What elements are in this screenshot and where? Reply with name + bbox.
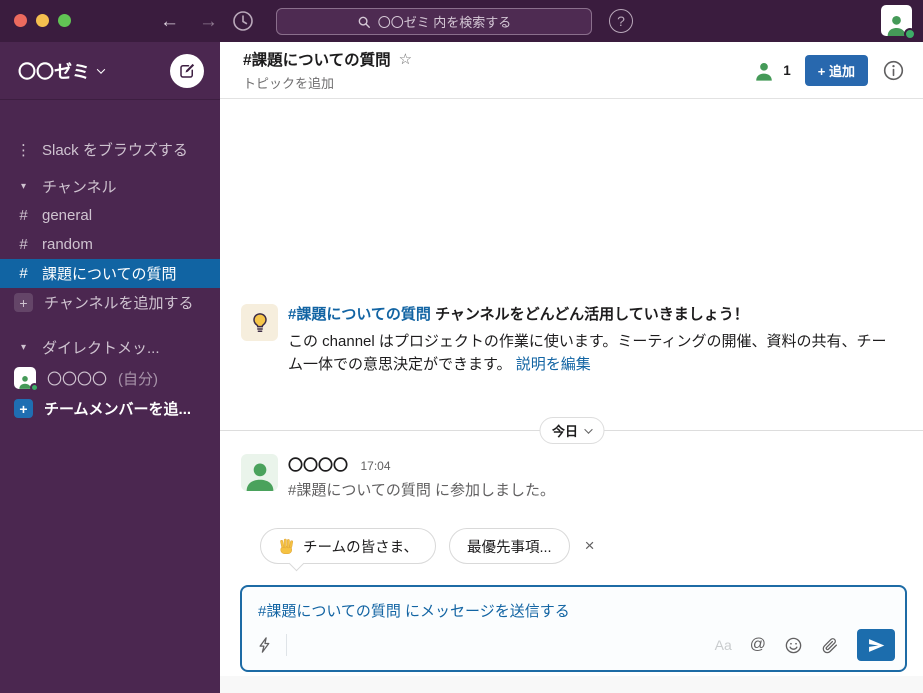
member-count: 1 <box>783 62 791 78</box>
composer-placeholder[interactable]: #課題についての質問 にメッセージを送信する <box>242 587 905 621</box>
hash-icon: # <box>19 236 28 253</box>
pencil-icon <box>180 63 195 78</box>
star-icon[interactable]: ☆ <box>399 50 412 68</box>
member-list-button[interactable]: 1 <box>753 60 791 81</box>
message-avatar[interactable] <box>241 454 278 491</box>
sidebar-item-dm-self[interactable]: 〇〇〇〇 (自分) <box>0 362 220 394</box>
dismiss-suggestions-button[interactable]: × <box>585 536 595 556</box>
section-chevron-icon: ▾ <box>20 342 27 353</box>
workspace-header: 〇〇ゼミ <box>0 42 220 100</box>
add-topic-link[interactable]: トピックを追加 <box>243 73 412 92</box>
shortcuts-lightning-icon[interactable] <box>256 635 274 655</box>
history-clock-icon[interactable] <box>231 9 255 33</box>
back-icon[interactable]: ← <box>160 12 179 31</box>
minimize-button[interactable] <box>36 14 49 27</box>
date-pill-button[interactable]: 今日 <box>538 417 605 444</box>
presence-indicator <box>904 28 916 40</box>
person-icon <box>246 463 273 491</box>
intro-headline: #課題についての質問 チャンネルをどんどん活用していきましょう！ <box>288 306 749 323</box>
channel-intro-block: #課題についての質問 チャンネルをどんどん活用していきましょう！ この chan… <box>241 304 901 376</box>
plus-icon: + <box>14 399 33 418</box>
message-text: #課題についての質問 に参加しました。 <box>288 482 556 499</box>
sidebar: 〇〇ゼミ ⋮ Slack をブラウズする ▾ チャンネル # general #… <box>0 42 220 693</box>
suggestion-chip-greeting[interactable]: チームの皆さま、 <box>260 528 436 564</box>
dots-vertical-icon: ⋮ <box>16 141 31 159</box>
channel-link[interactable]: #課題についての質問 <box>288 306 431 323</box>
message-timestamp[interactable]: 17:04 <box>360 459 390 473</box>
presence-indicator <box>30 383 39 392</box>
lightbulb-icon <box>241 304 278 341</box>
plus-icon: + <box>14 293 33 312</box>
sidebar-item-browse-slack[interactable]: ⋮ Slack をブラウズする <box>0 135 220 164</box>
composer-toolbar: Aa @ <box>256 629 895 661</box>
dm-avatar <box>14 367 39 392</box>
sidebar-item-channel-questions[interactable]: # 課題についての質問 <box>0 259 220 288</box>
dm-section-header[interactable]: ▾ ダイレクトメッ... <box>0 333 220 362</box>
sidebar-item-channel-general[interactable]: # general <box>0 201 220 230</box>
add-teammates-button[interactable]: + チームメンバーを追... <box>0 394 220 423</box>
search-input[interactable]: 〇〇ゼミ 内を検索する <box>276 8 592 35</box>
edit-description-link[interactable]: 説明を編集 <box>516 356 591 373</box>
suggestion-chips: チームの皆さま、 最優先事項... × <box>260 528 595 564</box>
formatting-button[interactable]: Aa <box>715 637 732 653</box>
compose-button[interactable] <box>170 53 204 88</box>
wave-emoji-icon <box>278 538 295 555</box>
mention-button[interactable]: @ <box>750 636 766 654</box>
suggestion-chip-priority[interactable]: 最優先事項... <box>448 528 570 564</box>
close-button[interactable] <box>14 14 27 27</box>
hash-icon: # <box>19 207 28 224</box>
date-divider: 今日 <box>220 417 923 444</box>
add-channel-button[interactable]: + チャンネルを追加する <box>0 288 220 317</box>
channels-section-header[interactable]: ▾ チャンネル <box>0 172 220 201</box>
attachment-paperclip-icon[interactable] <box>821 636 839 655</box>
search-icon <box>357 15 371 29</box>
help-icon[interactable]: ? <box>609 9 633 33</box>
bottom-strip <box>220 676 923 693</box>
topbar: ← → 〇〇ゼミ 内を検索する ? <box>0 0 923 42</box>
forward-icon[interactable]: → <box>199 12 218 31</box>
channel-title: #課題についての質問 <box>243 52 391 69</box>
workspace-menu[interactable]: 〇〇ゼミ <box>18 58 106 84</box>
intro-body: この channel はプロジェクトの作業に使います。ミーティングの開催、資料の… <box>288 333 887 373</box>
send-button[interactable] <box>857 629 895 661</box>
hash-icon: # <box>19 265 28 282</box>
toolbar-divider <box>286 634 287 656</box>
members-icon <box>756 62 773 81</box>
send-plane-icon <box>868 638 884 652</box>
search-placeholder: 〇〇ゼミ 内を検索する <box>377 15 512 30</box>
message-author[interactable]: 〇〇〇〇 <box>288 457 348 474</box>
zoom-button[interactable] <box>58 14 71 27</box>
channel-info-icon[interactable] <box>882 59 905 82</box>
section-chevron-icon: ▾ <box>20 181 27 192</box>
channel-header: #課題についての質問 ☆ トピックを追加 1 + 追加 <box>220 42 923 99</box>
window-controls <box>14 14 71 27</box>
main-area: #課題についての質問 ☆ トピックを追加 1 + 追加 #課題についての質問 チ… <box>220 42 923 693</box>
message-composer[interactable]: #課題についての質問 にメッセージを送信する Aa @ <box>240 585 907 672</box>
chevron-down-icon <box>96 64 106 74</box>
user-avatar[interactable] <box>881 5 916 40</box>
message-row: 〇〇〇〇 17:04 #課題についての質問 に参加しました。 <box>241 454 555 500</box>
add-member-button[interactable]: + 追加 <box>804 54 868 86</box>
emoji-icon[interactable] <box>784 636 803 655</box>
chevron-down-icon <box>583 424 593 434</box>
sidebar-item-channel-random[interactable]: # random <box>0 230 220 259</box>
